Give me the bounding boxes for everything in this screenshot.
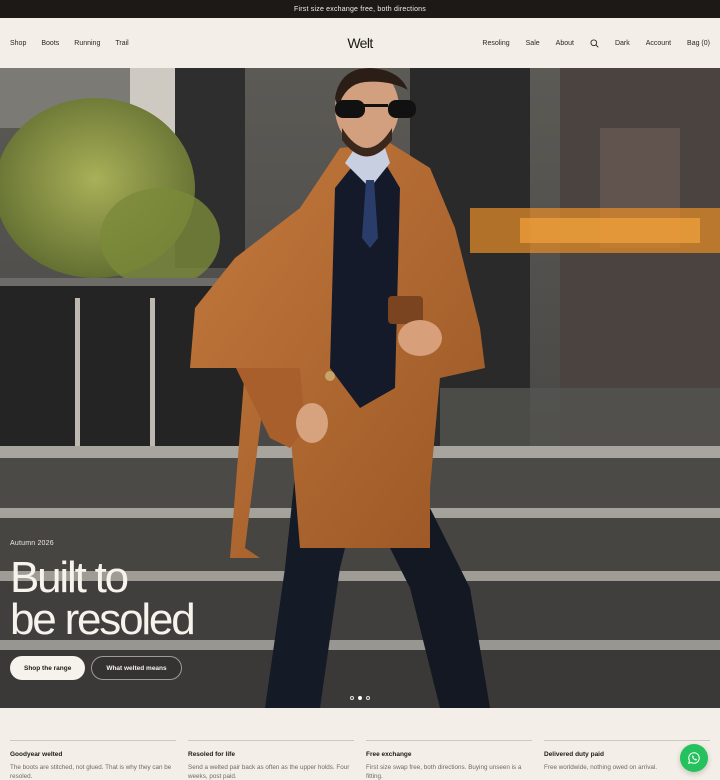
hero-copy: Autumn 2026 Built to be resoled <box>10 540 196 644</box>
primary-nav: Shop Boots Running Trail <box>10 40 129 47</box>
feature-text: The boots are stitched, not glued. That … <box>10 764 172 780</box>
feature-free-exchange: Free exchange First size swap free, both… <box>366 740 532 780</box>
shop-the-range-button[interactable]: Shop the range <box>10 656 86 680</box>
whatsapp-chat-button[interactable] <box>680 744 708 772</box>
nav-resoling[interactable]: Resoling <box>482 40 509 47</box>
nav-sale[interactable]: Sale <box>526 40 540 47</box>
feature-title: Resoled for life <box>188 751 235 758</box>
announcement-bar: First size exchange free, both direction… <box>0 0 720 18</box>
dark-mode-toggle[interactable]: Dark <box>615 40 630 47</box>
slide-dot-1[interactable] <box>350 696 354 700</box>
feature-title: Goodyear welted <box>10 751 63 758</box>
hero-cta-row: Shop the range What welted means <box>10 656 182 680</box>
nav-trail[interactable]: Trail <box>115 40 128 47</box>
utility-nav: Resoling Sale About Dark Account Bag (0) <box>482 38 710 48</box>
slide-indicators <box>350 696 370 700</box>
feature-resoled-for-life: Resoled for life Send a welted pair back… <box>188 740 354 780</box>
hero-headline-line-2: be resoled <box>10 595 196 644</box>
feature-text: First size swap free, both directions. B… <box>366 764 522 780</box>
site-logo[interactable]: Welt <box>347 35 373 51</box>
nav-shop[interactable]: Shop <box>10 40 26 47</box>
slide-dot-2[interactable] <box>358 696 362 700</box>
feature-title: Free exchange <box>366 751 412 758</box>
feature-text: Send a welted pair back as often as the … <box>188 764 350 780</box>
search-icon[interactable] <box>590 38 599 48</box>
nav-account[interactable]: Account <box>646 40 671 47</box>
nav-running[interactable]: Running <box>74 40 100 47</box>
slide-dot-3[interactable] <box>366 696 370 700</box>
feature-strip: Goodyear welted The boots are stitched, … <box>10 740 710 780</box>
what-welted-means-button[interactable]: What welted means <box>91 656 182 680</box>
whatsapp-icon <box>687 752 700 764</box>
site-header: Shop Boots Running Trail Welt Resoling S… <box>0 18 720 68</box>
announcement-text: First size exchange free, both direction… <box>294 5 426 13</box>
nav-about[interactable]: About <box>556 40 574 47</box>
hero-banner: Autumn 2026 Built to be resoled Shop the… <box>0 68 720 708</box>
hero-headline: Built to be resoled <box>10 556 196 644</box>
nav-boots[interactable]: Boots <box>41 40 59 47</box>
hero-eyebrow: Autumn 2026 <box>10 540 54 547</box>
bag-link[interactable]: Bag (0) <box>687 40 710 47</box>
feature-goodyear-welted: Goodyear welted The boots are stitched, … <box>10 740 176 780</box>
